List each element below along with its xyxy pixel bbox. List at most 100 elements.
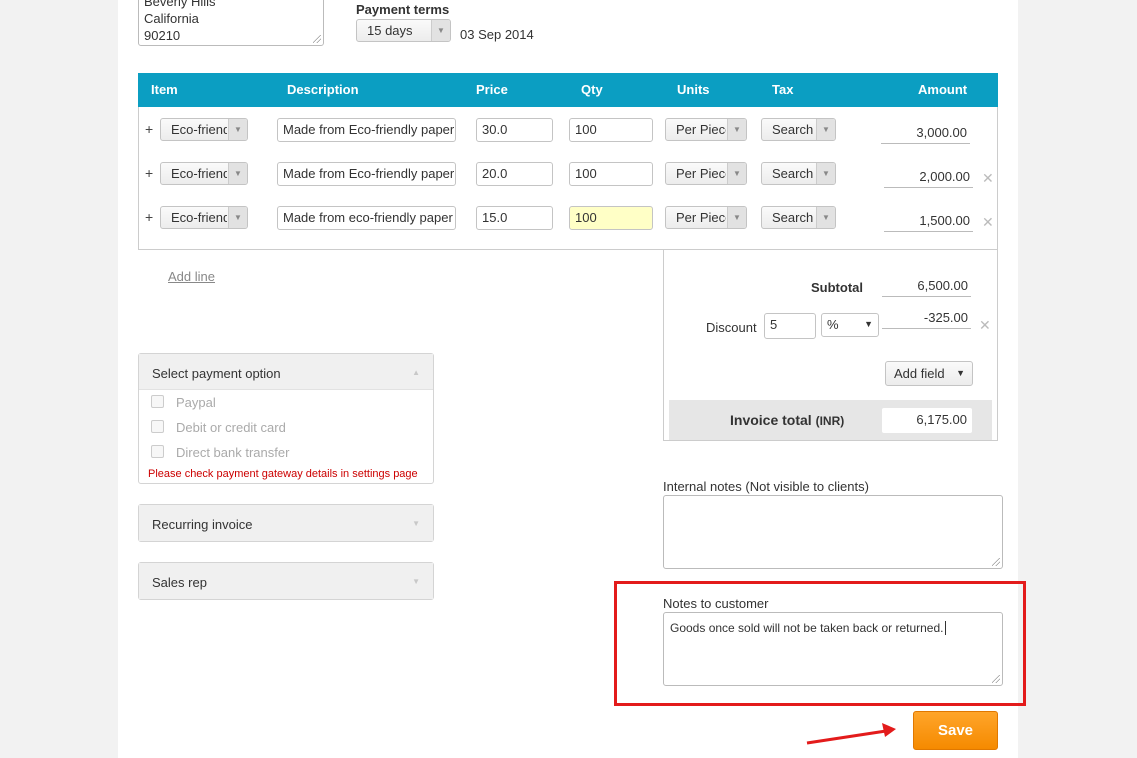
- units-select-value: Per Piece: [676, 210, 726, 225]
- address-line: California: [144, 11, 199, 26]
- chevron-down-icon: ▼: [412, 577, 420, 586]
- caret-down-icon: ▼: [864, 319, 873, 329]
- description-input[interactable]: Made from Eco-friendly paper: [277, 162, 456, 186]
- save-button[interactable]: Save: [913, 711, 998, 750]
- paypal-option[interactable]: Paypal: [151, 395, 216, 410]
- expand-row-icon[interactable]: +: [145, 209, 153, 225]
- tax-select-value: Search: [772, 210, 814, 225]
- chevron-down-icon: ▼: [228, 163, 247, 184]
- recurring-invoice-title: Recurring invoice: [152, 517, 253, 532]
- customer-notes-textarea[interactable]: Goods once sold will not be taken back o…: [663, 612, 1003, 686]
- description-input[interactable]: Made from Eco-friendly paper: [277, 118, 456, 142]
- units-select[interactable]: Per Piece ▼: [665, 206, 747, 229]
- chevron-down-icon: ▼: [727, 119, 746, 140]
- sales-rep-title: Sales rep: [152, 575, 207, 590]
- units-select[interactable]: Per Piece ▼: [665, 118, 747, 141]
- chevron-down-icon: ▼: [816, 119, 835, 140]
- sales-rep-header[interactable]: Sales rep ▼: [139, 563, 433, 599]
- delete-row-icon[interactable]: ✕: [982, 170, 994, 187]
- card-option[interactable]: Debit or credit card: [151, 420, 286, 435]
- header-tax: Tax: [772, 82, 794, 97]
- chevron-down-icon: ▼: [412, 519, 420, 528]
- item-select[interactable]: Eco-friendly ▼: [160, 162, 248, 185]
- customer-notes-label: Notes to customer: [663, 596, 769, 611]
- units-select-value: Per Piece: [676, 166, 726, 181]
- text-cursor: [944, 621, 946, 635]
- chevron-down-icon: ▼: [727, 207, 746, 228]
- internal-notes-textarea[interactable]: [663, 495, 1003, 569]
- subtotal-label: Subtotal: [811, 280, 863, 295]
- chevron-up-icon: ▲: [412, 368, 420, 377]
- item-select[interactable]: Eco-friendly ▼: [160, 118, 248, 141]
- payment-terms-select[interactable]: 15 days ▼: [356, 19, 451, 42]
- subtotal-value: 6,500.00: [882, 278, 971, 297]
- tax-select[interactable]: Search ▼: [761, 206, 836, 229]
- payment-option-title: Select payment option: [152, 366, 281, 381]
- payment-option-header[interactable]: Select payment option ▲: [139, 354, 433, 390]
- header-units: Units: [677, 82, 710, 97]
- price-input[interactable]: 15.0: [476, 206, 553, 230]
- payment-terms-label: Payment terms: [356, 2, 450, 17]
- tax-select-value: Search: [772, 122, 814, 137]
- recurring-invoice-header[interactable]: Recurring invoice ▼: [139, 505, 433, 541]
- tax-select[interactable]: Search ▼: [761, 162, 836, 185]
- header-amount: Amount: [918, 82, 968, 97]
- checkbox-icon[interactable]: [151, 395, 164, 408]
- qty-input[interactable]: 100: [569, 118, 653, 142]
- option-label: Direct bank transfer: [176, 445, 290, 460]
- price-input[interactable]: 30.0: [476, 118, 553, 142]
- expand-row-icon[interactable]: +: [145, 165, 153, 181]
- chevron-down-icon: ▼: [816, 163, 835, 184]
- items-table-header: Item Description Price Qty Units Tax Amo…: [138, 73, 998, 107]
- discount-amount: -325.00: [882, 310, 971, 329]
- resize-handle-icon[interactable]: [992, 675, 1000, 683]
- discount-type-select[interactable]: % ▼: [821, 313, 879, 337]
- address-textarea[interactable]: Beverly Hills California 90210: [138, 0, 324, 46]
- expand-row-icon[interactable]: +: [145, 121, 153, 137]
- internal-notes-label: Internal notes (Not visible to clients): [663, 479, 869, 494]
- chevron-down-icon: ▼: [431, 20, 450, 41]
- payment-option-panel: Select payment option ▲ Paypal Debit or …: [138, 353, 434, 484]
- due-date: 03 Sep 2014: [460, 27, 534, 42]
- qty-input[interactable]: 100: [569, 206, 653, 230]
- row-amount: 1,500.00: [884, 213, 973, 232]
- red-arrow-icon: [806, 723, 896, 745]
- delete-row-icon[interactable]: ✕: [982, 214, 994, 231]
- row-amount: 3,000.00: [881, 125, 970, 144]
- price-input[interactable]: 20.0: [476, 162, 553, 186]
- tax-select[interactable]: Search ▼: [761, 118, 836, 141]
- delete-discount-icon[interactable]: ✕: [979, 317, 991, 334]
- item-select[interactable]: Eco-friendly ▼: [160, 206, 248, 229]
- units-select-value: Per Piece: [676, 122, 726, 137]
- qty-input[interactable]: 100: [569, 162, 653, 186]
- discount-label: Discount: [706, 320, 757, 335]
- payment-terms-value: 15 days: [367, 23, 413, 38]
- option-label: Paypal: [176, 395, 216, 410]
- gateway-warning: Please check payment gateway details in …: [148, 468, 418, 480]
- add-field-select[interactable]: Add field ▼: [885, 361, 973, 386]
- item-select-value: Eco-friendly: [171, 210, 227, 225]
- resize-handle-icon[interactable]: [313, 35, 321, 43]
- customer-notes-value: Goods once sold will not be taken back o…: [670, 621, 944, 635]
- address-line: Beverly Hills: [144, 0, 216, 9]
- add-line-link[interactable]: Add line: [168, 269, 215, 284]
- description-input[interactable]: Made from eco-friendly paper: [277, 206, 456, 230]
- sales-rep-panel[interactable]: Sales rep ▼: [138, 562, 434, 600]
- recurring-invoice-panel[interactable]: Recurring invoice ▼: [138, 504, 434, 542]
- invoice-total-value: 6,175.00: [882, 408, 972, 433]
- header-qty: Qty: [581, 82, 603, 97]
- option-label: Debit or credit card: [176, 420, 286, 435]
- discount-input[interactable]: 5: [764, 313, 816, 339]
- bank-transfer-option[interactable]: Direct bank transfer: [151, 445, 289, 460]
- invoice-total-label: Invoice total (INR): [730, 412, 844, 428]
- invoice-total-text: Invoice total: [730, 412, 812, 428]
- address-line: 90210: [144, 28, 181, 43]
- header-item: Item: [151, 82, 178, 97]
- add-field-label: Add field: [894, 366, 945, 381]
- checkbox-icon[interactable]: [151, 445, 164, 458]
- header-description: Description: [287, 82, 359, 97]
- chevron-down-icon: ▼: [727, 163, 746, 184]
- resize-handle-icon[interactable]: [992, 558, 1000, 566]
- checkbox-icon[interactable]: [151, 420, 164, 433]
- units-select[interactable]: Per Piece ▼: [665, 162, 747, 185]
